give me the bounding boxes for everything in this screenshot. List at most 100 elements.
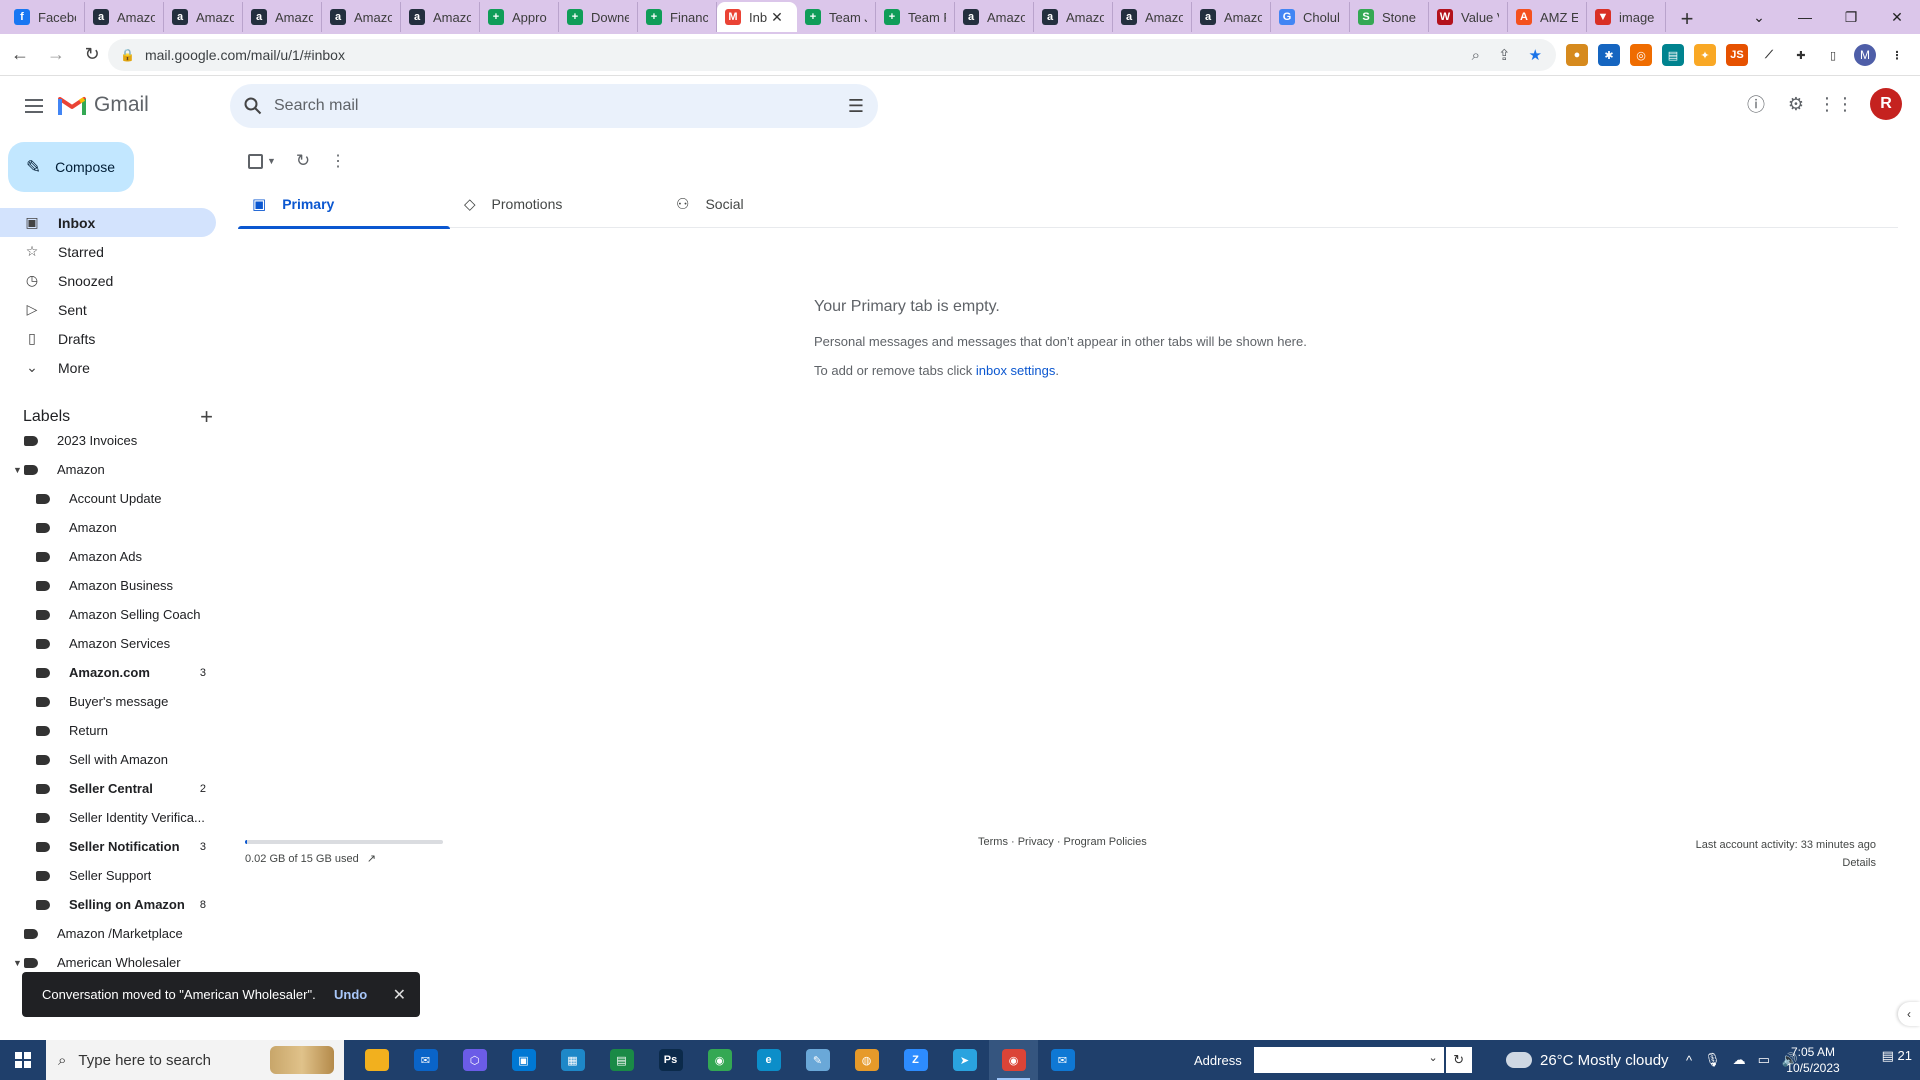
label-item[interactable]: Amazon /Marketplace — [0, 919, 216, 948]
tab-primary[interactable]: ▣ Primary — [238, 180, 450, 229]
side-panel-toggle-icon[interactable]: ‹ — [1898, 1002, 1920, 1026]
profile-avatar[interactable]: M — [1854, 44, 1876, 66]
back-button[interactable]: ← — [4, 39, 36, 71]
label-item[interactable]: Buyer's message — [0, 687, 216, 716]
notification-center-icon[interactable]: ▤ 21 — [1882, 1048, 1912, 1064]
label-item[interactable]: Amazon Ads — [0, 542, 216, 571]
label-item[interactable]: Seller Central 2 — [0, 774, 216, 803]
browser-tab[interactable]: A AMZ E — [1508, 2, 1587, 32]
label-item[interactable]: Amazon — [0, 513, 216, 542]
browser-tab[interactable]: f Facebo — [6, 2, 85, 32]
browser-tab[interactable]: a Amazo — [955, 2, 1034, 32]
label-item[interactable]: Return — [0, 716, 216, 745]
taskbar-app[interactable]: ✉ — [401, 1040, 450, 1080]
share-icon[interactable]: ⇪ — [1498, 46, 1511, 64]
taskbar-app[interactable]: ➤ — [940, 1040, 989, 1080]
tab-promotions[interactable]: ◇ Promotions — [450, 180, 662, 228]
restore-button[interactable]: ❐ — [1828, 9, 1874, 26]
address-bar[interactable]: 🔒 mail.google.com/mail/u/1/#inbox ⌕ ⇪ ★ — [108, 39, 1556, 71]
account-avatar[interactable]: R — [1870, 88, 1902, 120]
label-item[interactable]: Amazon.com 3 — [0, 658, 216, 687]
new-tab-button[interactable]: + — [1670, 4, 1704, 34]
sidebar-item-drafts[interactable]: ▯ Drafts — [0, 324, 216, 353]
puzzle-icon[interactable]: ✚ — [1790, 44, 1812, 66]
browser-tab[interactable]: a Amazo — [1113, 2, 1192, 32]
label-item[interactable]: 2023 Invoices — [0, 426, 216, 455]
zoom-icon[interactable]: ⌕ — [1472, 47, 1480, 64]
taskbar-app[interactable]: ▦ — [548, 1040, 597, 1080]
browser-tab[interactable]: a Amazo — [164, 2, 243, 32]
label-item[interactable]: Seller Identity Verifica... — [0, 803, 216, 832]
label-item[interactable]: Amazon Business — [0, 571, 216, 600]
compose-button[interactable]: ✎ Compose — [8, 142, 134, 192]
browser-tab[interactable]: + Team F — [876, 2, 955, 32]
chevron-up-icon[interactable]: ^ — [1686, 1053, 1692, 1068]
extension-icon[interactable]: ● — [1566, 44, 1588, 66]
open-external-icon[interactable]: ↗ — [367, 852, 376, 865]
inbox-settings-link[interactable]: inbox settings — [976, 363, 1056, 378]
sidebar-item-starred[interactable]: ☆ Starred — [0, 237, 216, 266]
start-button[interactable] — [0, 1040, 46, 1080]
extension-icon[interactable]: ✱ — [1598, 44, 1620, 66]
onedrive-icon[interactable]: ☁ — [1733, 1052, 1746, 1068]
extension-icon[interactable]: ✦ — [1694, 44, 1716, 66]
label-item[interactable]: Account Update — [0, 484, 216, 513]
browser-tab[interactable]: a Amazo — [1034, 2, 1113, 32]
label-item[interactable]: Sell with Amazon — [0, 745, 216, 774]
taskbar-app[interactable]: Ps — [646, 1040, 695, 1080]
browser-tab[interactable]: a Amazo — [401, 2, 480, 32]
taskbar-app[interactable]: ▤ — [597, 1040, 646, 1080]
browser-tab[interactable]: G Cholul — [1271, 2, 1350, 32]
taskbar-app[interactable]: ▣ — [499, 1040, 548, 1080]
select-all-checkbox[interactable]: ▼ — [248, 153, 276, 169]
apps-grid-icon[interactable]: ⋮⋮ — [1818, 92, 1854, 116]
browser-tab[interactable]: M Inb ✕ — [717, 2, 797, 32]
sidebar-item-sent[interactable]: ▷ Sent — [0, 295, 216, 324]
browser-tab[interactable]: + Financ — [638, 2, 717, 32]
extension-icon[interactable]: ◎ — [1630, 44, 1652, 66]
search-options-icon[interactable]: ☰ — [848, 96, 864, 117]
microphone-icon[interactable]: 🎙 — [1704, 1052, 1721, 1068]
more-options-icon[interactable]: ⋮ — [330, 151, 346, 171]
browser-tab[interactable]: W Value V — [1429, 2, 1508, 32]
tab-social[interactable]: ⚇ Social — [662, 180, 874, 228]
extension-icon[interactable]: ▤ — [1662, 44, 1684, 66]
taskbar-search[interactable]: ⌕ Type here to search — [46, 1040, 344, 1080]
weather-widget[interactable]: 26°C Mostly cloudy — [1506, 1040, 1669, 1080]
search-icon[interactable] — [244, 97, 262, 115]
taskbar-app[interactable]: ◉ — [989, 1040, 1038, 1080]
taskbar-app[interactable]: e — [744, 1040, 793, 1080]
browser-tab[interactable]: a Amazo — [85, 2, 164, 32]
taskbar-app[interactable]: ✉ — [1038, 1040, 1087, 1080]
go-refresh-icon[interactable]: ↻ — [1445, 1047, 1472, 1073]
reload-button[interactable]: ↻ — [76, 39, 108, 71]
tab-search-icon[interactable]: ⌄ — [1736, 9, 1782, 26]
help-icon[interactable]: ⓘ — [1744, 92, 1768, 116]
taskbar-app[interactable]: Z — [891, 1040, 940, 1080]
address-input[interactable]: ⌄ — [1253, 1047, 1444, 1073]
browser-tab[interactable]: + Team J — [797, 2, 876, 32]
label-item[interactable]: Amazon Selling Coach — [0, 600, 216, 629]
chevron-down-icon[interactable]: ⌄ — [1428, 1051, 1437, 1064]
extension-icon[interactable]: JS — [1726, 44, 1748, 66]
side-panel-icon[interactable]: ▯ — [1822, 44, 1844, 66]
search-input[interactable] — [274, 97, 834, 115]
caret-down-icon[interactable]: ▼ — [13, 958, 22, 968]
taskbar-app[interactable]: ✎ — [793, 1040, 842, 1080]
minimize-button[interactable]: — — [1782, 9, 1828, 25]
refresh-icon[interactable]: ↻ — [296, 151, 310, 171]
main-menu-icon[interactable] — [18, 90, 50, 122]
browser-tab[interactable]: a Amazo — [322, 2, 401, 32]
sidebar-item-more[interactable]: ⌄ More — [0, 353, 216, 382]
taskbar-app[interactable]: ⬡ — [450, 1040, 499, 1080]
browser-tab[interactable]: + Appro — [480, 2, 559, 32]
undo-button[interactable]: Undo — [334, 987, 367, 1002]
extension-icon[interactable]: ⟋ — [1758, 44, 1780, 66]
details-link[interactable]: Details — [1696, 854, 1876, 872]
browser-tab[interactable]: + Downe — [559, 2, 638, 32]
footer-links[interactable]: Terms · Privacy · Program Policies — [978, 836, 1147, 848]
taskbar-app[interactable]: ◉ — [695, 1040, 744, 1080]
browser-menu-icon[interactable]: ⋮ — [1886, 44, 1908, 66]
browser-tab[interactable]: a Amazo — [1192, 2, 1271, 32]
gmail-logo[interactable]: Gmail — [58, 93, 149, 117]
